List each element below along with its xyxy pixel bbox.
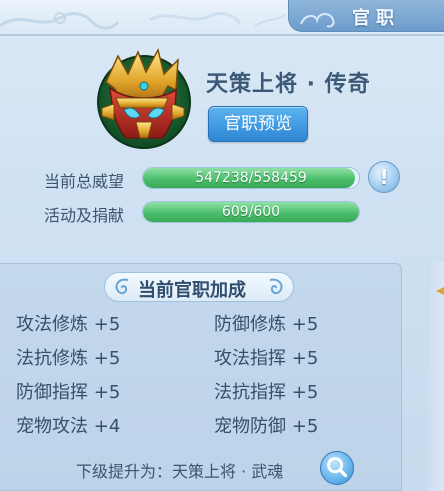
activity-donation-label: 活动及捐献 [44, 206, 125, 225]
bonus-item: 宠物攻法 +4 [16, 416, 121, 437]
bonus-item: 宠物防御 +5 [214, 416, 319, 437]
adjacent-panel-edge [426, 262, 444, 491]
prestige-value: 547238/558459 [195, 170, 307, 186]
bonus-item: 防御指挥 +5 [16, 382, 121, 403]
bonus-item: 防御修炼 +5 [214, 314, 319, 335]
next-rank-search-button[interactable] [320, 451, 354, 485]
bonus-item: 攻法修炼 +5 [16, 314, 121, 335]
adjacent-arrow-icon [436, 287, 444, 295]
exclamation-info-icon[interactable]: ! [368, 161, 400, 193]
activity-value: 609/600 [221, 204, 281, 220]
golden-general-helmet-icon [97, 47, 191, 149]
bonus-item: 法抗指挥 +5 [214, 382, 319, 403]
cloud-decoration-icon [0, 12, 286, 30]
rank-panel: 官职 天策上将 · 传奇 官职预览 当前总威望 547238/558459 活动… [0, 0, 444, 491]
swirl-left-icon [115, 278, 129, 295]
bonus-item: 攻法指挥 +5 [214, 348, 319, 369]
activity-progress-bar: 609/600 [142, 201, 360, 223]
bonus-header-title: 当前官职加成 [138, 280, 246, 301]
magnifier-icon [327, 457, 348, 478]
rank-title: 天策上将 · 传奇 [206, 72, 371, 97]
next-rank-text: 下级提升为：天策上将 · 武魂 [76, 462, 284, 481]
tab-cloud-icon [300, 13, 335, 28]
prestige-progress-bar: 547238/558459 [142, 167, 360, 189]
prestige-label: 当前总威望 [44, 172, 125, 191]
rank-preview-button[interactable]: 官职预览 [208, 106, 308, 142]
page-title: 官职 [352, 8, 400, 29]
bonus-item: 法抗修炼 +5 [16, 348, 121, 369]
swirl-right-icon [269, 278, 283, 295]
